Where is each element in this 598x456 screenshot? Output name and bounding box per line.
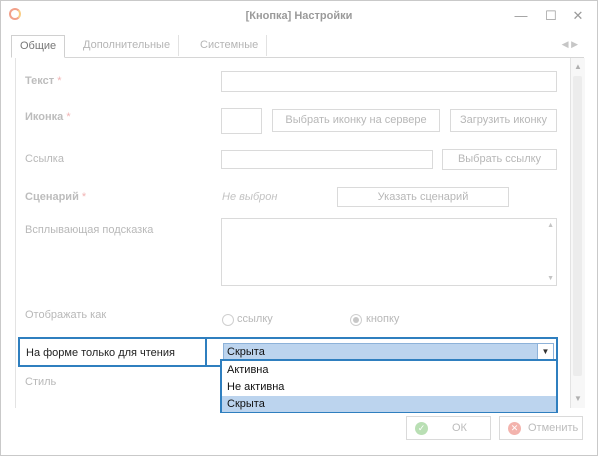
readonly-dropdown-list: Активна Не активна Скрыта bbox=[220, 359, 558, 413]
cancel-button-label: Отменить bbox=[528, 422, 579, 434]
row-divider bbox=[205, 339, 207, 365]
radio-link[interactable] bbox=[222, 314, 234, 326]
tooltip-label: Всплывающая подсказка bbox=[25, 224, 154, 236]
choose-icon-server-button[interactable]: Выбрать иконку на сервере bbox=[272, 109, 440, 132]
tab-system[interactable]: Системные bbox=[192, 35, 268, 56]
tab-scroll-arrows-icon[interactable]: ◀ ▶ bbox=[562, 39, 578, 50]
choose-link-button[interactable]: Выбрать ссылку bbox=[442, 149, 557, 170]
textarea-scroll-up-icon[interactable]: ▲ bbox=[547, 222, 554, 229]
tab-bar: Общие Дополнительные Системные ◀ ▶ bbox=[11, 35, 584, 58]
settings-dialog: [Кнопка] Настройки — ☐ ✕ Общие Дополните… bbox=[0, 0, 598, 456]
text-input[interactable] bbox=[221, 71, 557, 92]
scroll-thumb[interactable] bbox=[573, 76, 582, 376]
maximize-icon[interactable]: ☐ bbox=[544, 9, 558, 23]
cancel-button[interactable]: ✕ Отменить bbox=[499, 416, 583, 440]
text-label: Текст * bbox=[25, 75, 62, 87]
dropdown-option-active[interactable]: Активна bbox=[222, 362, 556, 378]
upload-icon-button[interactable]: Загрузить иконку bbox=[450, 109, 557, 132]
dropdown-option-hidden[interactable]: Скрыта bbox=[222, 396, 556, 412]
required-mark: * bbox=[81, 191, 87, 203]
ok-button-label: ОК bbox=[452, 422, 467, 434]
close-icon[interactable]: ✕ bbox=[571, 9, 585, 23]
check-icon: ✓ bbox=[415, 422, 428, 435]
radio-link-label: ссылку bbox=[237, 313, 273, 325]
dropdown-option-inactive[interactable]: Не активна bbox=[222, 379, 556, 395]
link-input[interactable] bbox=[221, 150, 433, 169]
scenario-label: Сценарий * bbox=[25, 191, 86, 203]
tab-additional[interactable]: Дополнительные bbox=[75, 35, 180, 56]
set-scenario-button[interactable]: Указать сценарий bbox=[337, 187, 509, 207]
title-bar[interactable]: [Кнопка] Настройки — ☐ ✕ bbox=[1, 1, 597, 31]
radio-button[interactable] bbox=[350, 314, 362, 326]
readonly-label: На форме только для чтения bbox=[26, 347, 175, 359]
scroll-up-icon[interactable]: ▲ bbox=[571, 62, 585, 71]
tab-general[interactable]: Общие bbox=[11, 35, 66, 58]
readonly-select-value: Скрыта bbox=[227, 346, 265, 358]
tooltip-textarea[interactable]: ▲ ▼ bbox=[221, 218, 557, 286]
icon-label-text: Иконка bbox=[25, 111, 64, 123]
scroll-down-icon[interactable]: ▼ bbox=[571, 394, 585, 403]
text-label-text: Текст bbox=[25, 75, 55, 87]
minimize-icon[interactable]: — bbox=[514, 9, 528, 23]
required-mark: * bbox=[66, 111, 71, 123]
cancel-icon: ✕ bbox=[508, 422, 521, 435]
icon-label: Иконка * bbox=[25, 111, 71, 123]
style-label: Стиль bbox=[25, 376, 57, 388]
icon-preview[interactable] bbox=[221, 108, 262, 134]
link-label: Ссылка bbox=[25, 153, 64, 165]
display-as-label: Отображать как bbox=[25, 309, 107, 321]
chevron-down-icon[interactable]: ▼ bbox=[537, 344, 553, 360]
required-mark: * bbox=[57, 75, 62, 87]
scenario-value: Не выброн bbox=[222, 191, 278, 203]
textarea-scroll-down-icon[interactable]: ▼ bbox=[547, 275, 554, 282]
scenario-label-text: Сценарий bbox=[25, 191, 79, 203]
ok-button[interactable]: ✓ ОК bbox=[406, 416, 491, 440]
radio-button-label: кнопку bbox=[366, 313, 400, 325]
window-title: [Кнопка] Настройки bbox=[245, 10, 353, 22]
form-scrollbar[interactable]: ▲ ▼ bbox=[570, 58, 585, 408]
